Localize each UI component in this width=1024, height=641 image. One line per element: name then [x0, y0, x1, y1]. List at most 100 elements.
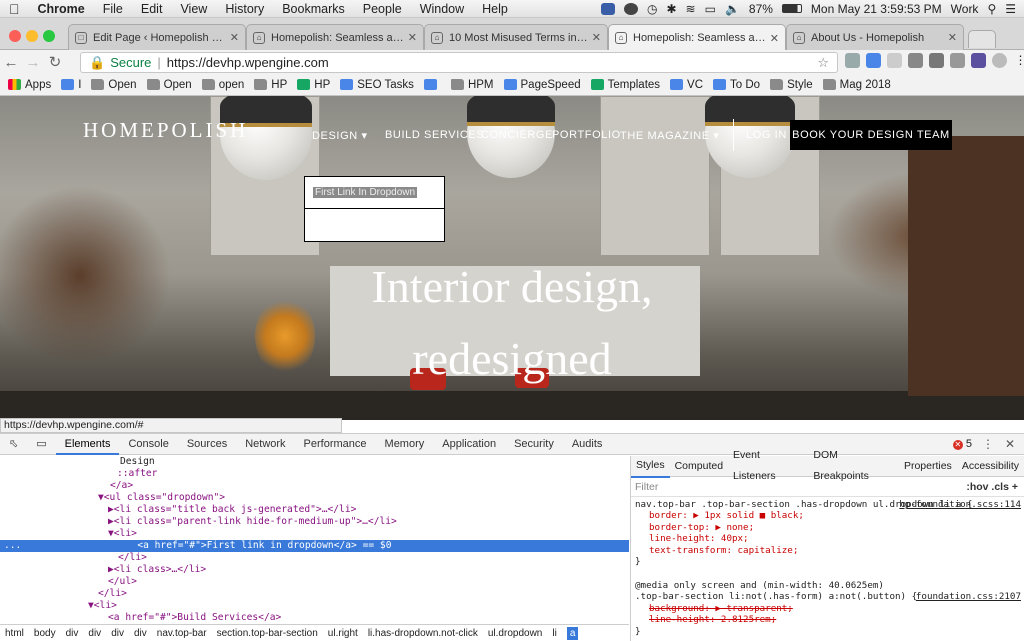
device-toolbar-icon[interactable]: ▭ [27, 434, 55, 455]
extension-icon[interactable] [950, 53, 965, 68]
bookmark-folder[interactable]: Open [91, 79, 137, 91]
crumb-div[interactable]: div [66, 628, 79, 639]
bookmark-item[interactable]: Templates [590, 79, 660, 91]
close-tab-icon[interactable]: ✕ [408, 31, 417, 44]
tab-edit-page[interactable]: □ Edit Page ‹ Homepolish — Wo ✕ [68, 24, 246, 50]
css-prop[interactable]: text-transform: capitalize; [635, 545, 1023, 556]
tab-misused-terms[interactable]: ⌂ 10 Most Misused Terms in Inte ✕ [424, 24, 608, 50]
address-url[interactable]: https://devhp.wpengine.com [167, 55, 329, 70]
dom-node[interactable]: ▼<ul class="dropdown"> [0, 492, 629, 504]
tab-homepolish-active[interactable]: ⌂ Homepolish: Seamless and Pe ✕ [608, 24, 786, 51]
subtab-event-listeners[interactable]: Event Listeners [728, 445, 808, 487]
crumb-html[interactable]: html [5, 628, 24, 639]
bookmark-star-icon[interactable]: ☆ [817, 55, 829, 71]
tab-homepolish-1[interactable]: ⌂ Homepolish: Seamless and Pe ✕ [246, 24, 424, 50]
app-menu-chrome[interactable]: Chrome [29, 2, 94, 16]
minimize-window-button[interactable] [26, 30, 38, 42]
volume-icon[interactable]: 🔈 [725, 2, 740, 16]
bookmark-apps[interactable]: Apps [8, 79, 51, 91]
bookmark-item[interactable]: To Do [713, 79, 760, 91]
lock-icon[interactable]: 🔒 [89, 55, 105, 71]
dom-node[interactable]: Design [0, 456, 629, 468]
battery-icon[interactable] [781, 4, 802, 13]
close-tab-icon[interactable]: ✕ [592, 31, 601, 44]
css-prop-overridden[interactable]: background: ▶ transparent; [635, 603, 1023, 614]
site-logo[interactable]: HOMEPOLISH [83, 118, 248, 143]
css-prop[interactable]: line-height: 40px; [635, 533, 1023, 544]
devtools-tab-audits[interactable]: Audits [563, 434, 612, 455]
dom-node[interactable]: </ul> [0, 576, 629, 588]
devtools-tab-application[interactable]: Application [433, 434, 505, 455]
crumb-div[interactable]: div [88, 628, 101, 639]
subtab-styles[interactable]: Styles [631, 455, 670, 478]
crumb-section[interactable]: section.top-bar-section [217, 628, 318, 639]
devtools-tab-sources[interactable]: Sources [178, 434, 236, 455]
crumb-li[interactable]: li [552, 628, 556, 639]
devtools-tab-elements[interactable]: Elements [55, 434, 120, 455]
back-icon[interactable]: ← [0, 54, 22, 71]
crumb-div[interactable]: div [111, 628, 124, 639]
clock[interactable]: Mon May 21 3:59:53 PM [811, 2, 942, 16]
css-prop[interactable]: border-top: ▶ none; [635, 522, 1023, 533]
tab-about-us[interactable]: ⌂ About Us - Homepolish ✕ [786, 24, 964, 50]
devtools-menu-icon[interactable]: ⋮ [982, 437, 994, 451]
nav-portfolio[interactable]: PORTFOLIO [552, 129, 621, 141]
dom-node[interactable]: <a href="#">Build Services</a> [0, 612, 629, 621]
zoom-window-button[interactable] [43, 30, 55, 42]
extension-icon[interactable] [845, 53, 860, 68]
reload-icon[interactable]: ↻ [44, 53, 66, 71]
dom-node[interactable]: ▼<li> [0, 528, 629, 540]
crumb-ul-dropdown[interactable]: ul.dropdown [488, 628, 542, 639]
close-tab-icon[interactable]: ✕ [770, 32, 779, 45]
extension-icon[interactable] [887, 53, 902, 68]
bookmark-item[interactable]: I [61, 79, 81, 91]
bookmark-folder[interactable]: Open [146, 79, 192, 91]
menu-history[interactable]: History [216, 2, 273, 16]
close-tab-icon[interactable]: ✕ [230, 31, 239, 44]
bookmark-folder[interactable]: Mag 2018 [822, 79, 891, 91]
status-app-icon[interactable] [600, 2, 615, 15]
error-counter[interactable]: ✕ 5 [952, 438, 972, 450]
dom-node[interactable]: </li> [0, 552, 629, 564]
css-prop[interactable]: border: ▶ 1px solid ■ black; [635, 510, 1023, 521]
crumb-a-current[interactable]: a [566, 626, 579, 640]
nav-build-services[interactable]: BUILD SERVICES [385, 129, 484, 141]
crumb-li-dropdown[interactable]: li.has-dropdown.not-click [368, 628, 478, 639]
apple-icon[interactable]:  [0, 1, 29, 17]
devtools-tab-console[interactable]: Console [119, 434, 177, 455]
inspect-element-icon[interactable]: ⬁ [0, 434, 27, 455]
dom-node[interactable]: ▼<li> [0, 600, 629, 612]
subtab-accessibility[interactable]: Accessibility [957, 456, 1024, 477]
camera-icon[interactable] [908, 53, 923, 68]
close-window-button[interactable] [9, 30, 21, 42]
wifi-icon[interactable]: ≋ [686, 2, 696, 16]
book-design-team-button[interactable]: BOOK YOUR DESIGN TEAM [790, 120, 952, 150]
devtools-tab-network[interactable]: Network [236, 434, 294, 455]
address-bar[interactable]: 🔒 Secure | https://devhp.wpengine.com ☆ [80, 52, 838, 73]
dom-node-selected[interactable]: ... <a href="#">First link in dropdown</a… [0, 540, 629, 552]
css-source-link[interactable]: foundation.css:2107 [916, 591, 1021, 602]
extension-icon[interactable] [971, 53, 986, 68]
menu-window[interactable]: Window [411, 2, 473, 16]
dom-node[interactable]: ▶<li class>…</li> [0, 564, 629, 576]
dropdown-item-first[interactable]: First Link In Dropdown [305, 177, 444, 209]
bookmark-item[interactable] [423, 79, 441, 90]
devtools-close-icon[interactable]: ✕ [1005, 437, 1015, 451]
menu-view[interactable]: View [171, 2, 216, 16]
menu-bookmarks[interactable]: Bookmarks [273, 2, 354, 16]
nav-concierge[interactable]: CONCIERGE [481, 129, 553, 141]
crumb-ul-right[interactable]: ul.right [328, 628, 358, 639]
devtools-tab-performance[interactable]: Performance [295, 434, 376, 455]
crumb-nav[interactable]: nav.top-bar [157, 628, 207, 639]
bookmark-folder[interactable]: Style [770, 79, 813, 91]
bookmark-folder[interactable]: open [201, 79, 244, 91]
creative-cloud-icon[interactable] [623, 2, 638, 15]
menu-edit[interactable]: Edit [132, 2, 172, 16]
css-source-link[interactable]: hp-foundation.scss:114 [899, 499, 1021, 510]
nav-login[interactable]: LOG IN [746, 129, 787, 141]
devtools-tab-memory[interactable]: Memory [376, 434, 434, 455]
nav-magazine[interactable]: THE MAGAZINE ▾ [620, 129, 720, 142]
crumb-body[interactable]: body [34, 628, 56, 639]
subtab-computed[interactable]: Computed [670, 456, 728, 477]
spotlight-icon[interactable]: ⚲ [987, 2, 996, 16]
